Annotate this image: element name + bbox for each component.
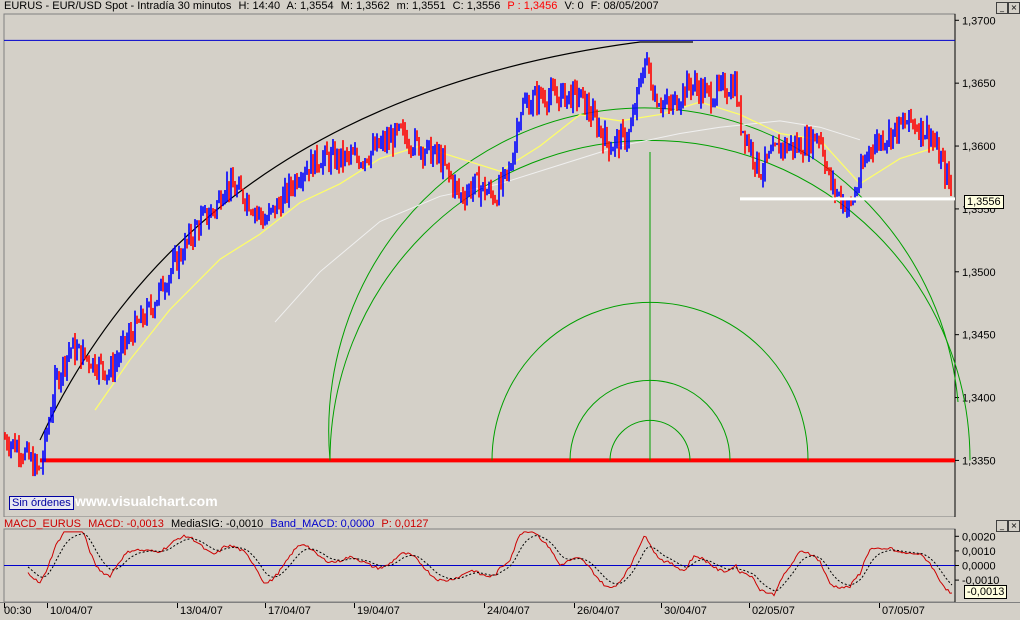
x-tick-mark	[484, 603, 485, 608]
price-chart: 1,37001,36501,36001,35501,35001,34501,34…	[3, 13, 996, 518]
high-time: H: 14:40	[238, 0, 281, 12]
x-tick-mark	[661, 603, 662, 608]
y-tick-label: 1,3650	[962, 78, 996, 90]
x-tick-mark	[749, 603, 750, 608]
macd-minimize-icon[interactable]: _	[996, 520, 1008, 532]
macd-band: Band_MACD: 0,0000	[270, 518, 375, 530]
minimize-icon[interactable]: _	[996, 2, 1008, 14]
close-value: C: 1,3556	[452, 0, 501, 12]
x-tick-mark	[265, 603, 266, 608]
macd-tick-label: 0,0010	[962, 546, 996, 558]
x-tick-mark	[574, 603, 575, 608]
x-tick-label: 10/04/07	[50, 605, 93, 617]
x-tick-label: 24/04/07	[487, 605, 530, 617]
y-tick-label: 1,3450	[962, 330, 996, 342]
macd-panel: 0,0020 0,0010 0,0000 -0,0010 MACD_EURUS MAC…	[0, 517, 1020, 603]
y-tick-label: 1,3400	[962, 393, 996, 405]
y-tick-label: 1,3350	[962, 455, 996, 467]
x-tick-label: 13/04/07	[180, 605, 223, 617]
macd-value-tag: -0,0013	[964, 585, 1008, 599]
x-tick-label: 17/04/07	[268, 605, 311, 617]
macd-tick-label: 0,0000	[962, 561, 996, 573]
date-value: F: 08/05/2007	[590, 0, 659, 12]
macd-header: MACD_EURUS MACD: -0,0013 MediaSIG: -0,00…	[4, 518, 432, 530]
orders-badge[interactable]: Sin órdenes	[9, 496, 74, 510]
p-value: P : 1,3456	[507, 0, 558, 12]
macd-tick-label: 0,0020	[962, 531, 996, 543]
price-header: EURUS - EUR/USD Spot - Intradía 30 minut…	[4, 0, 663, 12]
x-tick-label: 26/04/07	[577, 605, 620, 617]
open-value: A: 1,3554	[286, 0, 334, 12]
x-tick-label: 30/04/07	[664, 605, 707, 617]
x-tick-label: 19/04/07	[357, 605, 400, 617]
close-icon[interactable]: ×	[1008, 2, 1020, 14]
x-tick-mark	[354, 603, 355, 608]
max-value: M: 1,3562	[340, 0, 390, 12]
macd-p: P: 0,0127	[381, 518, 429, 530]
y-tick-label: 1,3600	[962, 141, 996, 153]
last-price-tag: 1,3556	[964, 195, 1004, 209]
x-tick-mark	[879, 603, 880, 608]
macd-value: MACD: -0,0013	[88, 518, 164, 530]
volume-value: V: 0	[564, 0, 584, 12]
symbol-label: EURUS - EUR/USD Spot - Intradía 30 minut…	[4, 0, 232, 12]
x-tick-mark	[177, 603, 178, 608]
macd-signal: MediaSIG: -0,0010	[170, 518, 264, 530]
plot-area	[3, 13, 956, 518]
price-chart-panel: 1,3700 1,3650 1,3600 1,3550 1,3500 1,3450 1,34…	[0, 0, 1020, 518]
y-tick-label: 1,3700	[962, 15, 996, 27]
x-axis: 00:30 10/04/07 13/04/07 17/04/07 19/04/07 24/…	[0, 602, 1020, 620]
x-tick-mark	[47, 603, 48, 608]
x-tick-label: 02/05/07	[752, 605, 795, 617]
y-tick-label: 1,3500	[962, 267, 996, 279]
x-tick-label: 07/05/07	[882, 605, 925, 617]
min-value: m: 1,3551	[396, 0, 446, 12]
watermark: www.visualchart.com	[75, 493, 218, 509]
macd-name: MACD_EURUS	[4, 518, 82, 530]
macd-close-icon[interactable]: ×	[1008, 520, 1020, 532]
x-tick-label: 00:30	[4, 605, 32, 617]
